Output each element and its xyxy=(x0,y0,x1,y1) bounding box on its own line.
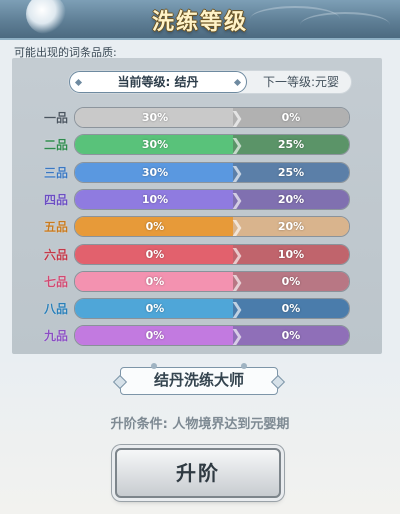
quality-row: 二品 30% 25% ❯ xyxy=(40,134,350,156)
current-percent: 30% xyxy=(75,108,235,127)
grade-label: 五品 xyxy=(43,220,68,235)
quality-row: 五品 0% 20% ❯ xyxy=(40,216,350,238)
tab-current-level[interactable]: 当前等级: 结丹 xyxy=(69,71,247,93)
quality-bar: 0% 10% ❯ xyxy=(74,243,350,265)
quality-row: 九品 0% 0% ❯ xyxy=(40,325,350,347)
quality-row: 一品 30% 0% ❯ xyxy=(40,107,350,128)
quality-bar: 0% 0% ❯ xyxy=(74,298,350,320)
grade-label: 四品 xyxy=(43,192,68,207)
quality-row: 七品 0% 0% ❯ xyxy=(40,270,350,292)
grade-label: 七品 xyxy=(43,274,68,289)
current-percent: 0% xyxy=(75,271,235,291)
next-percent: 20% xyxy=(233,189,349,209)
master-title-plaque: 结丹洗练大师 xyxy=(120,363,278,395)
grade-label: 九品 xyxy=(43,329,68,344)
grade-label: 六品 xyxy=(43,247,68,262)
quality-row: 四品 10% 20% ❯ xyxy=(40,188,350,210)
pin-decoration xyxy=(151,363,157,369)
next-percent: 10% xyxy=(233,244,349,264)
current-percent: 30% xyxy=(75,162,235,182)
master-title: 结丹洗练大师 xyxy=(153,371,244,389)
grade-label: 二品 xyxy=(43,138,68,153)
current-percent: 0% xyxy=(75,326,235,346)
current-percent: 0% xyxy=(75,217,235,237)
chevron-right-icon: ❯ xyxy=(230,108,244,127)
current-percent: 0% xyxy=(75,244,235,264)
next-percent: 25% xyxy=(233,162,349,182)
chevron-right-icon: ❯ xyxy=(230,162,244,182)
quality-row: 六品 0% 10% ❯ xyxy=(40,243,350,265)
pin-decoration xyxy=(241,363,247,369)
chevron-right-icon: ❯ xyxy=(230,299,244,319)
quality-row: 八品 0% 0% ❯ xyxy=(40,298,350,320)
quality-bar: 0% 20% ❯ xyxy=(74,216,350,238)
page-title: 洗练等级 xyxy=(151,10,248,35)
chevron-right-icon: ❯ xyxy=(230,244,244,264)
chevron-right-icon: ❯ xyxy=(230,271,244,291)
chevron-right-icon: ❯ xyxy=(230,326,244,346)
upgrade-condition: 升阶条件: 人物境界达到元婴期 xyxy=(110,417,290,432)
next-percent: 0% xyxy=(233,108,349,127)
current-percent: 30% xyxy=(75,135,235,155)
title-banner: 洗练等级 xyxy=(0,0,400,40)
level-tabs: 当前等级: 结丹 下一等级:元婴 xyxy=(68,70,352,94)
next-percent: 0% xyxy=(233,326,349,346)
tab-next-level[interactable]: 下一等级:元婴 xyxy=(249,71,353,93)
next-percent: 0% xyxy=(233,271,349,291)
quality-bar: 30% 25% ❯ xyxy=(74,134,350,156)
quality-bar: 30% 0% ❯ xyxy=(74,107,350,128)
grade-label: 八品 xyxy=(43,302,68,317)
next-percent: 20% xyxy=(233,217,349,237)
current-percent: 10% xyxy=(75,189,235,209)
quality-bar: 30% 25% ❯ xyxy=(74,161,350,183)
quality-bar: 0% 0% ❯ xyxy=(74,270,350,292)
quality-row: 三品 30% 25% ❯ xyxy=(40,161,350,183)
current-percent: 0% xyxy=(75,299,235,319)
grade-label: 一品 xyxy=(43,111,68,125)
next-percent: 0% xyxy=(233,299,349,319)
upgrade-button[interactable]: 升阶 xyxy=(115,448,281,498)
chevron-right-icon: ❯ xyxy=(230,189,244,209)
next-percent: 25% xyxy=(233,135,349,155)
quality-bar: 0% 0% ❯ xyxy=(74,325,350,347)
chevron-right-icon: ❯ xyxy=(230,135,244,155)
quality-bar: 10% 20% ❯ xyxy=(74,188,350,210)
chevron-right-icon: ❯ xyxy=(230,217,244,237)
grade-label: 三品 xyxy=(43,165,68,180)
